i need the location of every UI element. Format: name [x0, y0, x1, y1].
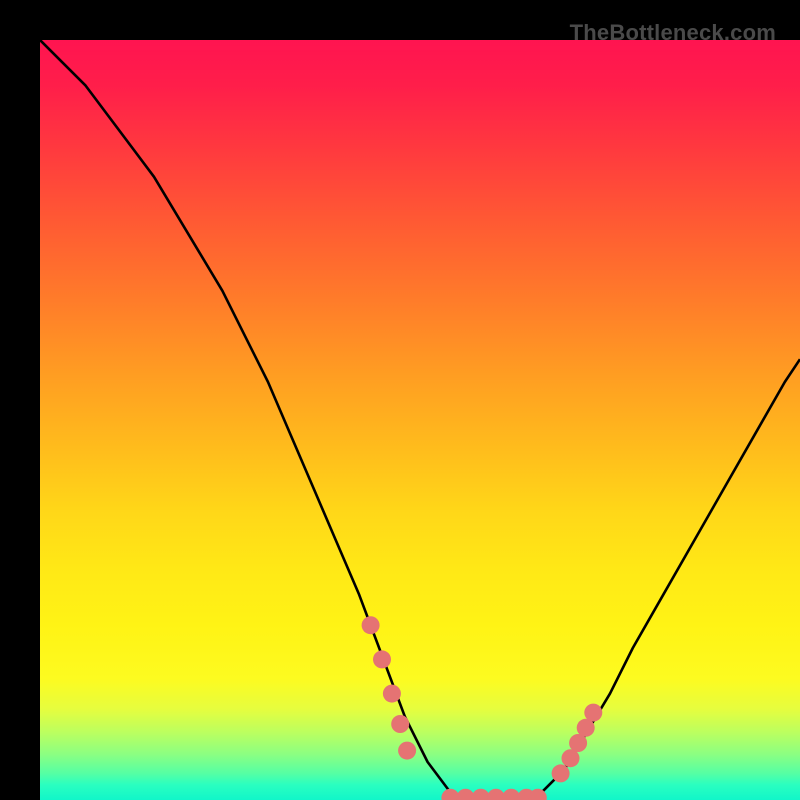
plot-area [40, 40, 800, 800]
scatter-dot [373, 650, 391, 668]
scatter-dot [584, 704, 602, 722]
scatter-dot [383, 685, 401, 703]
bottleneck-curve [40, 40, 800, 800]
watermark-label: TheBottleneck.com [570, 20, 776, 46]
chart-frame: TheBottleneck.com [0, 0, 800, 800]
scatter-dot [398, 742, 416, 760]
scatter-dot [362, 616, 380, 634]
scatter-dot [391, 715, 409, 733]
curve-overlay [40, 40, 800, 800]
scatter-dot [552, 764, 570, 782]
